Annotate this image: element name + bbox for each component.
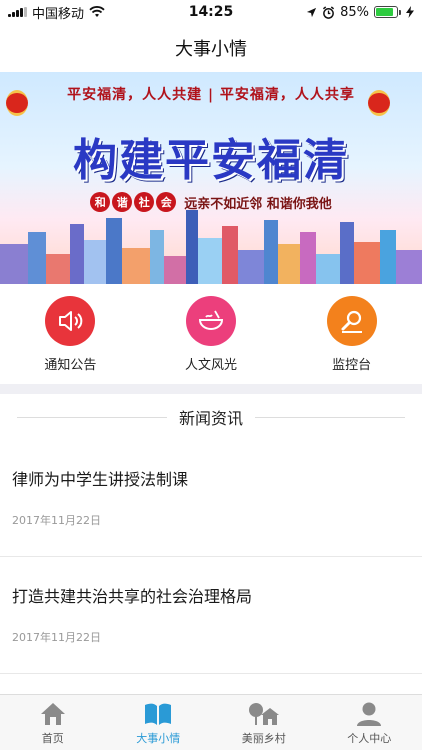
tab-label: 首页: [41, 732, 64, 745]
tab-bar: 首页 大事小情 美丽乡村 个人中心: [0, 694, 422, 750]
book-icon: [145, 703, 172, 725]
tab-home[interactable]: 首页: [0, 695, 106, 750]
village-icon: [248, 703, 279, 725]
speaker-icon: [45, 296, 96, 346]
quick-link-monitor[interactable]: 监控台: [281, 284, 422, 384]
banner-slogan: 平安福清，人人共建 | 平安福清，人人共享: [67, 87, 355, 103]
banner-title: 构建平安福清: [73, 135, 349, 186]
tab-label: 个人中心: [347, 732, 392, 745]
signal-icon: [8, 7, 27, 17]
news-item-date: 2017年11月22日: [12, 631, 101, 644]
banner-image[interactable]: 平安福清，人人共建 | 平安福清，人人共享 构建平安福清 和 谐 社 会 远亲不…: [0, 72, 422, 284]
divider-line: [16, 416, 167, 418]
quick-link-notices[interactable]: 通知公告: [0, 284, 141, 384]
tab-village[interactable]: 美丽乡村: [211, 695, 317, 750]
page-title: 大事小情: [175, 39, 247, 60]
status-bar: 中国移动 14:25 85%: [0, 0, 422, 24]
news-item[interactable]: 律师为中学生讲授法制课 2017年11月22日: [0, 440, 422, 557]
news-section-header: 新闻资讯: [0, 394, 422, 440]
charging-bolt-icon: [406, 6, 414, 18]
status-right: 85%: [306, 5, 414, 20]
tab-label: 大事小情: [136, 732, 181, 745]
city-skyline-illustration: [0, 210, 422, 284]
news-item-title: 律师为中学生讲授法制课: [12, 470, 189, 489]
news-list: 律师为中学生讲授法制课 2017年11月22日 打造共建共治共享的社会治理格局 …: [0, 440, 422, 674]
home-icon: [40, 703, 65, 725]
user-icon: [357, 702, 382, 726]
alarm-icon: [323, 5, 335, 19]
nav-bar: 大事小情: [0, 24, 422, 72]
quick-link-culture[interactable]: 人文风光: [141, 284, 282, 384]
quick-link-label: 通知公告: [44, 358, 97, 373]
news-item[interactable]: 打造共建共治共享的社会治理格局 2017年11月22日: [0, 557, 422, 674]
quick-link-label: 人文风光: [184, 358, 237, 373]
quick-link-label: 监控台: [332, 358, 372, 373]
battery-percent: 85%: [340, 4, 369, 20]
quick-links: 通知公告 人文风光 监控台: [0, 284, 422, 384]
wifi-icon: [89, 6, 105, 17]
carrier-name: 中国移动: [32, 6, 85, 22]
news-item-title: 打造共建共治共享的社会治理格局: [12, 587, 253, 606]
battery-icon: [374, 6, 401, 18]
news-item-date: 2017年11月22日: [12, 514, 101, 527]
bowl-icon: [185, 296, 236, 346]
status-left: 中国移动: [8, 3, 105, 22]
news-section-title: 新闻资讯: [178, 409, 243, 428]
tab-profile[interactable]: 个人中心: [317, 695, 422, 750]
divider-line: [255, 416, 405, 418]
location-arrow-icon: [307, 7, 317, 17]
monitor-search-icon: [326, 296, 377, 346]
section-divider: [0, 384, 422, 394]
tab-events[interactable]: 大事小情: [106, 695, 212, 750]
tab-label: 美丽乡村: [241, 732, 286, 745]
